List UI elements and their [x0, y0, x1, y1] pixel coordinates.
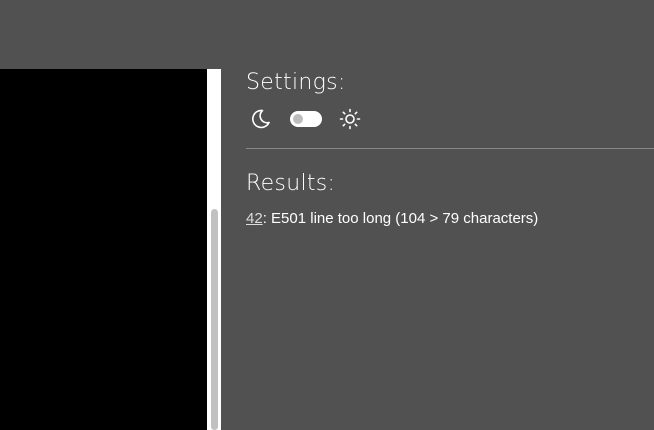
app-window: Settings: Results: 42: E501 line too lon… — [0, 0, 654, 430]
sun-icon[interactable] — [338, 107, 362, 131]
result-separator: : — [262, 210, 272, 227]
toggle-knob — [293, 114, 303, 124]
top-bar — [0, 0, 654, 69]
result-message: E501 line too long (104 > 79 characters) — [271, 210, 539, 227]
settings-heading: Settings: — [246, 70, 346, 95]
result-line-link[interactable]: 42 — [246, 210, 263, 227]
editor-scrollbar-thumb[interactable] — [211, 209, 218, 430]
results-heading: Results: — [246, 171, 336, 196]
theme-toggle[interactable] — [290, 111, 322, 127]
result-item: 42: E501 line too long (104 > 79 charact… — [246, 209, 538, 229]
code-editor[interactable] — [0, 69, 207, 430]
theme-switcher — [246, 104, 654, 134]
section-divider — [246, 148, 654, 149]
moon-icon[interactable] — [248, 107, 272, 131]
side-panel: Settings: Results: 42: E501 line too lon… — [246, 69, 654, 227]
